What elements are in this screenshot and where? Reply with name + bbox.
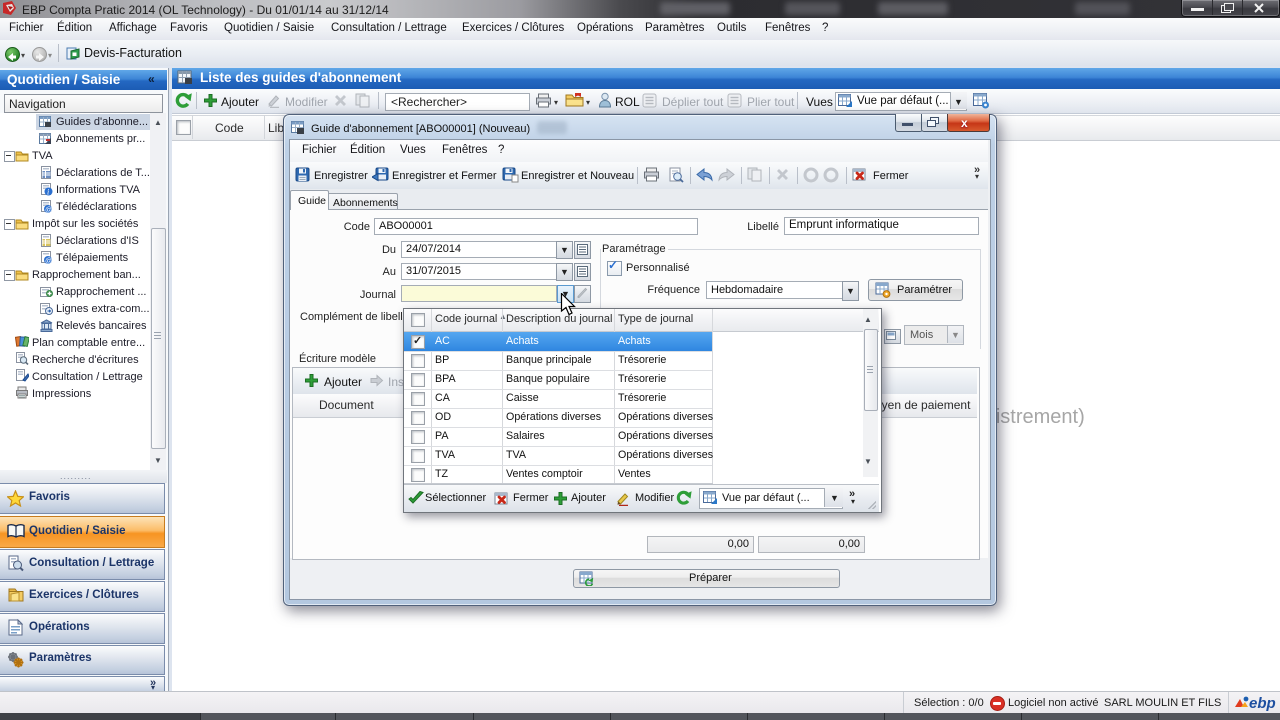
svg-text:i: i bbox=[47, 188, 49, 197]
svg-text:@: @ bbox=[45, 256, 53, 264]
svg-text:ebp: ebp bbox=[1249, 695, 1276, 712]
svg-text:@: @ bbox=[45, 205, 53, 213]
